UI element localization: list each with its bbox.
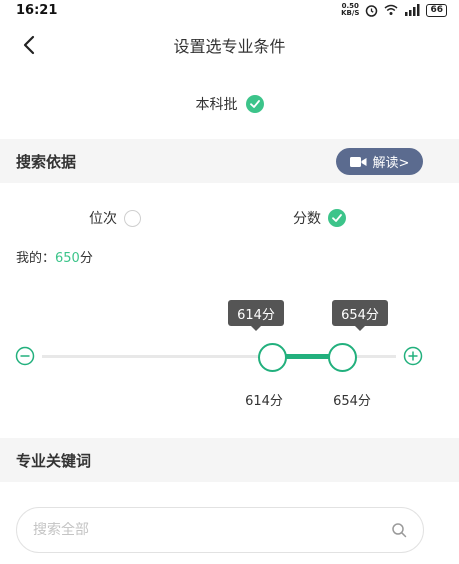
my-score-prefix: 我的： bbox=[16, 251, 56, 266]
explain-button-label: 解读> bbox=[372, 156, 410, 171]
my-score-value: 650 bbox=[55, 251, 80, 266]
back-button[interactable] bbox=[18, 34, 40, 56]
search-basis-title: 搜索依据 bbox=[16, 152, 77, 171]
keyword-search-input[interactable] bbox=[33, 522, 391, 538]
search-basis-header: 搜索依据 解读> bbox=[0, 139, 459, 183]
high-value-label: 654分 bbox=[333, 394, 371, 409]
my-score: 我的：650分 bbox=[16, 247, 93, 266]
option-rank[interactable]: 位次 bbox=[89, 208, 141, 228]
page: { "status_bar": { "time": "16:21", "net_… bbox=[0, 0, 459, 564]
batch-selector[interactable]: 本科批 bbox=[0, 94, 459, 114]
low-handle-tooltip: 614分 bbox=[228, 300, 284, 331]
radio-unchecked-icon bbox=[124, 209, 141, 227]
keyword-search-box bbox=[16, 507, 424, 553]
page-title: 设置选专业条件 bbox=[173, 37, 286, 56]
network-speed: 0.50 KB/S bbox=[341, 3, 359, 17]
battery-icon: 66 bbox=[426, 3, 447, 17]
low-handle[interactable] bbox=[258, 343, 287, 372]
option-score-label: 分数 bbox=[293, 211, 321, 227]
my-score-unit: 分 bbox=[79, 251, 93, 266]
increase-icon[interactable] bbox=[403, 346, 423, 366]
option-score[interactable]: 分数 bbox=[293, 208, 346, 228]
signal-icon bbox=[405, 4, 420, 16]
batch-label: 本科批 bbox=[195, 97, 238, 113]
keywords-header: 专业关键词 bbox=[0, 438, 459, 482]
check-circle-icon bbox=[245, 95, 264, 113]
video-camera-icon bbox=[349, 156, 367, 167]
nav-bar: 设置选专业条件 bbox=[0, 26, 459, 64]
decrease-icon[interactable] bbox=[15, 346, 35, 366]
score-range-slider: 614分 654分 614分 654分 bbox=[0, 296, 459, 416]
check-circle-icon bbox=[328, 209, 346, 227]
status-icons: 0.50 KB/S 66 bbox=[341, 3, 447, 17]
keywords-title: 专业关键词 bbox=[16, 451, 92, 470]
search-icon[interactable] bbox=[391, 522, 407, 538]
high-handle[interactable] bbox=[328, 343, 357, 372]
low-value-label: 614分 bbox=[245, 394, 283, 409]
option-rank-label: 位次 bbox=[89, 211, 117, 227]
network-speed-unit: KB/S bbox=[341, 9, 360, 17]
explain-button[interactable]: 解读> bbox=[336, 148, 423, 175]
alarm-icon bbox=[366, 4, 378, 17]
wifi-icon bbox=[384, 4, 398, 15]
status-time: 16:21 bbox=[16, 2, 58, 18]
high-handle-tooltip: 654分 bbox=[332, 300, 388, 331]
status-bar: 16:21 0.50 KB/S 66 bbox=[0, 0, 459, 20]
